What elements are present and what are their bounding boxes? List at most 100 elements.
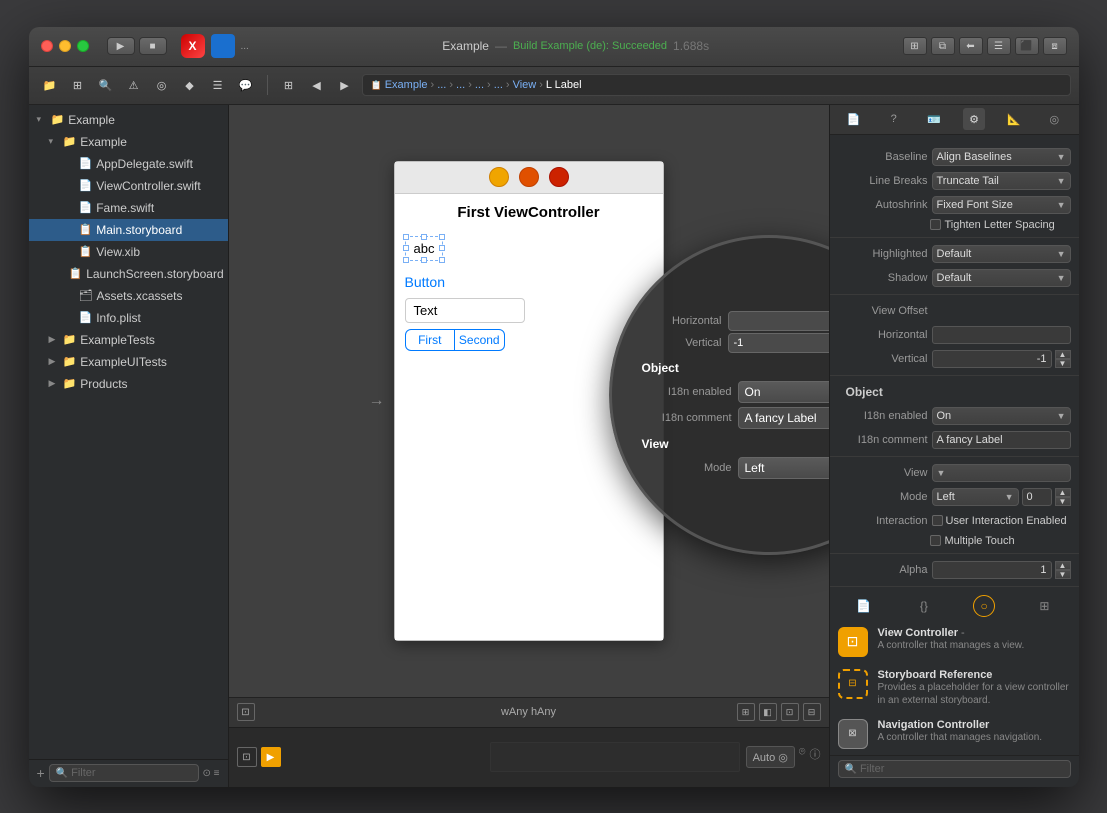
selected-label[interactable]: abc	[405, 236, 444, 261]
layout-btn[interactable]: ⧉	[931, 37, 955, 55]
seg-second[interactable]: Second	[455, 330, 504, 350]
user-interaction-checkbox[interactable]	[932, 515, 943, 526]
view-section-select[interactable]: ▼	[932, 464, 1071, 482]
ins-tab-object[interactable]: ○	[973, 595, 995, 617]
sidebar-item-exampletests[interactable]: ▶ 📁 ExampleTests	[29, 329, 228, 351]
sidebar-item-products[interactable]: ▶ 📁 Products	[29, 373, 228, 395]
tab-size[interactable]: 📐	[1003, 108, 1025, 130]
warning-btn[interactable]: ⚠	[121, 74, 147, 96]
tighten-checkbox[interactable]	[930, 219, 941, 230]
library-btn[interactable]: ⧈	[1043, 37, 1067, 55]
canvas-outline-btn[interactable]: ⊡	[237, 703, 255, 721]
timeline-play-btn[interactable]: ▶	[261, 747, 281, 767]
callout-i18n-comment-input[interactable]: A fancy Label	[738, 407, 829, 429]
tab-quick-help[interactable]: ?	[883, 108, 905, 130]
i18n-comment-input[interactable]: A fancy Label	[932, 431, 1071, 449]
ins-tab-media[interactable]: ⊞	[1033, 595, 1055, 617]
run-button[interactable]: ▶	[107, 37, 135, 55]
bc-view[interactable]: View	[513, 79, 537, 91]
stop-button[interactable]: ■	[139, 37, 167, 55]
linebreaks-select[interactable]: Truncate Tail ▼	[932, 172, 1071, 190]
sidebar-item-fame[interactable]: 📄 Fame.swift	[29, 197, 228, 219]
sidebar-item-infoplist[interactable]: 📄 Info.plist	[29, 307, 228, 329]
sidebar-filter[interactable]: 🔍 Filter	[49, 764, 199, 782]
mode-step-up[interactable]: ▲	[1055, 488, 1071, 497]
constraint-btn3[interactable]: ⊡	[781, 703, 799, 721]
bc-dots4[interactable]: ...	[494, 79, 503, 91]
highlight-select[interactable]: Default ▼	[932, 245, 1071, 263]
sidebar-item-assets[interactable]: 🗂 Assets.xcassets	[29, 285, 228, 307]
tab-connections[interactable]: ◎	[1043, 108, 1065, 130]
breakpoint-btn[interactable]: ◆	[177, 74, 203, 96]
find-btn[interactable]: 🔍	[93, 74, 119, 96]
sidebar-item-example[interactable]: ▾ 📁 Example	[29, 131, 228, 153]
autoshrink-select[interactable]: Fixed Font Size ▼	[932, 196, 1071, 214]
nav-btn[interactable]: ⬅	[959, 37, 983, 55]
handle-bm[interactable]	[421, 257, 427, 263]
mode-step-down[interactable]: ▼	[1055, 497, 1071, 506]
baseline-select[interactable]: Align Baselines ▼	[932, 148, 1071, 166]
sidebar-item-mainstoryboard[interactable]: 📋 Main.storyboard	[29, 219, 228, 241]
callout-mode-select[interactable]: Left ▼	[738, 457, 829, 479]
horizontal-input[interactable]	[932, 326, 1071, 344]
seg-first[interactable]: First	[406, 330, 456, 350]
alpha-step-down[interactable]: ▼	[1055, 570, 1071, 579]
inspector-btn[interactable]: ☰	[987, 37, 1011, 55]
step-up[interactable]: ▲	[1055, 350, 1071, 359]
mode-value2[interactable]: 0	[1022, 488, 1052, 506]
tab-attributes[interactable]: ⚙	[963, 108, 985, 130]
handle-br[interactable]	[439, 257, 445, 263]
bc-label[interactable]: L Label	[546, 79, 582, 91]
ins-tab-code[interactable]: {}	[913, 595, 935, 617]
constraint-btn4[interactable]: ⊟	[803, 703, 821, 721]
handle-mr[interactable]	[439, 245, 445, 251]
bc-dots1[interactable]: ...	[437, 79, 446, 91]
i18n-enabled-select[interactable]: On ▼	[932, 407, 1071, 425]
tab-identity[interactable]: 🪪	[923, 108, 945, 130]
back-btn[interactable]: ◀	[304, 74, 330, 96]
vertical-input[interactable]: -1	[932, 350, 1052, 368]
ins-tab-file2[interactable]: 📄	[853, 595, 875, 617]
callout-horizontal-input[interactable]	[728, 311, 829, 331]
sidebar-item-appdelegate[interactable]: 📄 AppDelegate.swift	[29, 153, 228, 175]
callout-i18n-enabled-select[interactable]: On ▼	[738, 381, 829, 403]
bc-example[interactable]: Example	[385, 79, 428, 91]
bc-dots2[interactable]: ...	[456, 79, 465, 91]
sidebar-item-viewxib[interactable]: 📋 View.xib	[29, 241, 228, 263]
sidebar-item-launchscreen[interactable]: 📋 LaunchScreen.storyboard	[29, 263, 228, 285]
handle-bl[interactable]	[403, 257, 409, 263]
close-button[interactable]	[41, 40, 53, 52]
grid-btn[interactable]: ⊞	[276, 74, 302, 96]
editor-mode-btn[interactable]: ⊞	[903, 37, 927, 55]
minimize-button[interactable]	[59, 40, 71, 52]
forward-btn[interactable]: ▶	[332, 74, 358, 96]
folder-btn[interactable]: 📁	[37, 74, 63, 96]
chat-btn[interactable]: 💬	[233, 74, 259, 96]
callout-vertical-input[interactable]: -1	[728, 333, 829, 353]
alpha-input[interactable]: 1	[932, 561, 1052, 579]
auto-btn[interactable]: Auto ◎	[746, 746, 795, 768]
obj-item-viewcontroller[interactable]: ⊡ View Controller - A controller that ma…	[830, 621, 1079, 663]
text-input[interactable]: Text	[405, 298, 525, 323]
report-btn[interactable]: ☰	[205, 74, 231, 96]
handle-tm[interactable]	[421, 234, 427, 240]
constraint-btn1[interactable]: ⊞	[737, 703, 755, 721]
segmented-control[interactable]: First Second	[405, 329, 505, 351]
debug-btn[interactable]: ⬛	[1015, 37, 1039, 55]
maximize-button[interactable]	[77, 40, 89, 52]
shadow-select[interactable]: Default ▼	[932, 269, 1071, 287]
alpha-step-up[interactable]: ▲	[1055, 561, 1071, 570]
source-btn[interactable]: ◎	[149, 74, 175, 96]
hierarchy-btn[interactable]: ⊞	[65, 74, 91, 96]
sidebar-item-exampleuitests[interactable]: ▶ 📁 ExampleUITests	[29, 351, 228, 373]
mode-select[interactable]: Left ▼	[932, 488, 1019, 506]
multitouch-checkbox[interactable]	[930, 535, 941, 546]
sidebar-item-example-root[interactable]: ▾ 📁 Example	[29, 109, 228, 131]
handle-tr[interactable]	[439, 234, 445, 240]
sidebar-item-viewcontroller[interactable]: 📄 ViewController.swift	[29, 175, 228, 197]
obj-item-storyboardref[interactable]: ⊟ Storyboard Reference Provides a placeh…	[830, 663, 1079, 713]
obj-item-navcontroller[interactable]: ⊠ Navigation Controller A controller tha…	[830, 713, 1079, 755]
constraint-btn2[interactable]: ◧	[759, 703, 777, 721]
step-down[interactable]: ▼	[1055, 359, 1071, 368]
button-link[interactable]: Button	[405, 274, 653, 290]
